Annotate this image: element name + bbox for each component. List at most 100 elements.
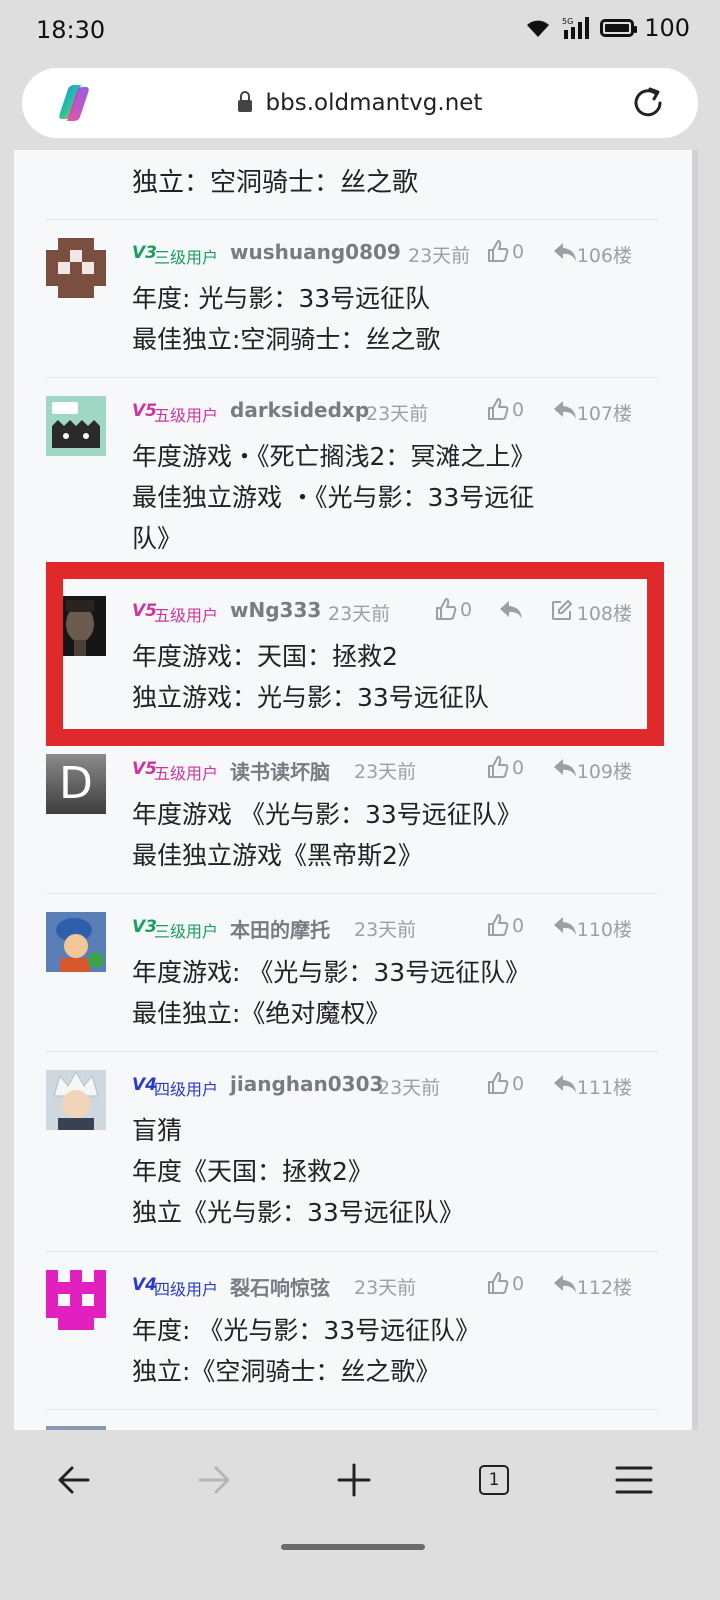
reply-icon[interactable] [552,1272,578,1296]
post-content: 年度游戏: 《光与影：33号远征队》 最佳独立:《绝对魔权》 [132,952,530,1034]
post-meta: V3 三级用户 wushuang0809 23天前 0 106楼 [132,238,662,272]
floor-number: 107楼 [576,403,632,425]
avatar[interactable] [46,238,106,298]
floor-number: 110楼 [576,919,632,941]
post-line: 最佳独立:《绝对魔权》 [132,999,391,1028]
avatar[interactable] [46,912,106,972]
thumbs-up-icon[interactable] [486,1070,510,1096]
back-button[interactable] [48,1454,100,1506]
post-divider [46,377,658,378]
post-line: 最佳独立:空洞骑士：丝之歌 [132,325,441,354]
menu-button[interactable] [608,1454,660,1506]
post-divider [46,219,658,220]
post-divider [46,1409,658,1410]
svg-text:5G: 5G [562,17,573,26]
reload-icon[interactable] [630,85,666,121]
reply-icon[interactable] [552,240,578,264]
floor-number: 109楼 [576,761,632,783]
level-title: 四级用户 [154,1080,219,1099]
address-bar[interactable]: bbs.oldmantvg.net [22,68,698,138]
post-line: 年度: 光与影：33号远征队 [132,284,431,313]
plus-icon [337,1463,371,1497]
reply-icon[interactable] [552,914,578,938]
thumbs-up-icon[interactable] [486,912,510,938]
post-line: 最佳独立游戏 ・《光与影：33号远征 [132,483,535,512]
post-time: 23天前 [378,1077,441,1099]
username[interactable]: darksidedxp [230,398,369,422]
wifi-icon [527,20,550,37]
post-time: 23天前 [354,919,417,941]
post-line: 盲猜 [132,1116,183,1145]
scrollbar-track[interactable] [692,150,698,1430]
post-line: 年度游戏・《死亡搁浅2：冥滩之上》 [132,442,536,471]
post-line: 最佳独立游戏《黑帝斯2》 [132,841,423,870]
post-divider [46,1251,658,1252]
level-title: 三级用户 [154,922,219,941]
level-title: 五级用户 [154,764,219,783]
post-content: 盲猜 年度《天国：拯救2》 独立《光与影：33号远征队》 [132,1110,464,1233]
post-line: 年度游戏: 《光与影：33号远征队》 [132,958,531,987]
battery-icon [600,19,638,37]
post-time: 23天前 [354,761,417,783]
post-divider [46,1051,658,1052]
post-meta: V4 四级用户 裂石响惊弦 23天前 0 112楼 [132,1270,662,1304]
floor-number: 106楼 [576,245,632,267]
post-content: 年度游戏・《死亡搁浅2：冥滩之上》 最佳独立游戏 ・《光与影：33号远征 队》 [132,436,535,559]
post-meta: V3 三级用户 本田的摩托 23天前 0 110楼 [132,912,662,946]
post-meta: V5 五级用户 darksidedxp 23天前 0 107楼 [132,396,662,430]
post-time: 23天前 [354,1277,417,1299]
home-indicator[interactable] [281,1544,425,1550]
post-line: 独立:《空洞骑士：丝之歌》 [132,1357,441,1386]
username[interactable]: jianghan0303 [230,1072,383,1096]
forum-thread: 独立：空洞骑士：丝之歌 V3 三级用户 wushuang0809 23天前 0 … [14,150,692,1430]
browser-toolbar: 1 [0,1430,720,1600]
post-line: 队》 [132,524,183,553]
status-icons: 5G 100 [524,14,690,42]
post-content: 年度游戏 《光与影：33号远征队》 最佳独立游戏《黑帝斯2》 [132,794,522,876]
post-meta: V5 五级用户 读书读坏脑 23天前 0 109楼 [132,754,662,788]
like-count: 0 [512,1273,525,1295]
battery-percent: 100 [644,14,690,42]
like-count: 0 [512,241,525,263]
reply-icon[interactable] [552,1072,578,1096]
post-divider [46,893,658,894]
like-count: 0 [512,757,525,779]
menu-icon [615,1466,653,1494]
reply-icon[interactable] [552,756,578,780]
post-meta: V4 四级用户 jianghan0303 23天前 0 111楼 [132,1070,662,1104]
forward-button[interactable] [188,1454,240,1506]
thumbs-up-icon[interactable] [486,1270,510,1296]
forward-arrow-icon [198,1466,230,1494]
username[interactable]: 本田的摩托 [230,914,330,943]
floor-number: 111楼 [576,1077,632,1099]
status-time: 18:30 [36,16,106,44]
floor-number: 112楼 [576,1277,632,1299]
post-line: 独立《光与影：33号远征队》 [132,1198,464,1227]
like-count: 0 [512,399,525,421]
like-count: 0 [512,915,525,937]
avatar[interactable]: D [46,754,106,814]
post-time: 23天前 [366,403,429,425]
username[interactable]: 读书读坏脑 [230,756,330,785]
level-title: 四级用户 [154,1280,219,1299]
username[interactable]: wushuang0809 [230,240,401,264]
highlight-box [46,562,664,746]
avatar[interactable] [46,1270,106,1330]
post-line: 年度游戏 《光与影：33号远征队》 [132,800,522,829]
tabs-button[interactable]: 1 [468,1454,520,1506]
reply-icon[interactable] [552,398,578,422]
username[interactable]: 裂石响惊弦 [230,1272,330,1301]
like-count: 0 [512,1073,525,1095]
thumbs-up-icon[interactable] [486,754,510,780]
post-content: 年度: 光与影：33号远征队 最佳独立:空洞骑士：丝之歌 [132,278,440,360]
avatar[interactable] [46,1070,106,1130]
url-text[interactable]: bbs.oldmantvg.net [266,90,483,116]
tab-count: 1 [488,1470,500,1490]
post-text-fragment: 独立：空洞骑士：丝之歌 [132,168,419,198]
post-line: 年度: 《光与影：33号远征队》 [132,1316,481,1345]
avatar[interactable] [46,396,106,456]
thumbs-up-icon[interactable] [486,238,510,264]
new-tab-button[interactable] [328,1454,380,1506]
post-time: 23天前 [408,245,471,267]
thumbs-up-icon[interactable] [486,396,510,422]
